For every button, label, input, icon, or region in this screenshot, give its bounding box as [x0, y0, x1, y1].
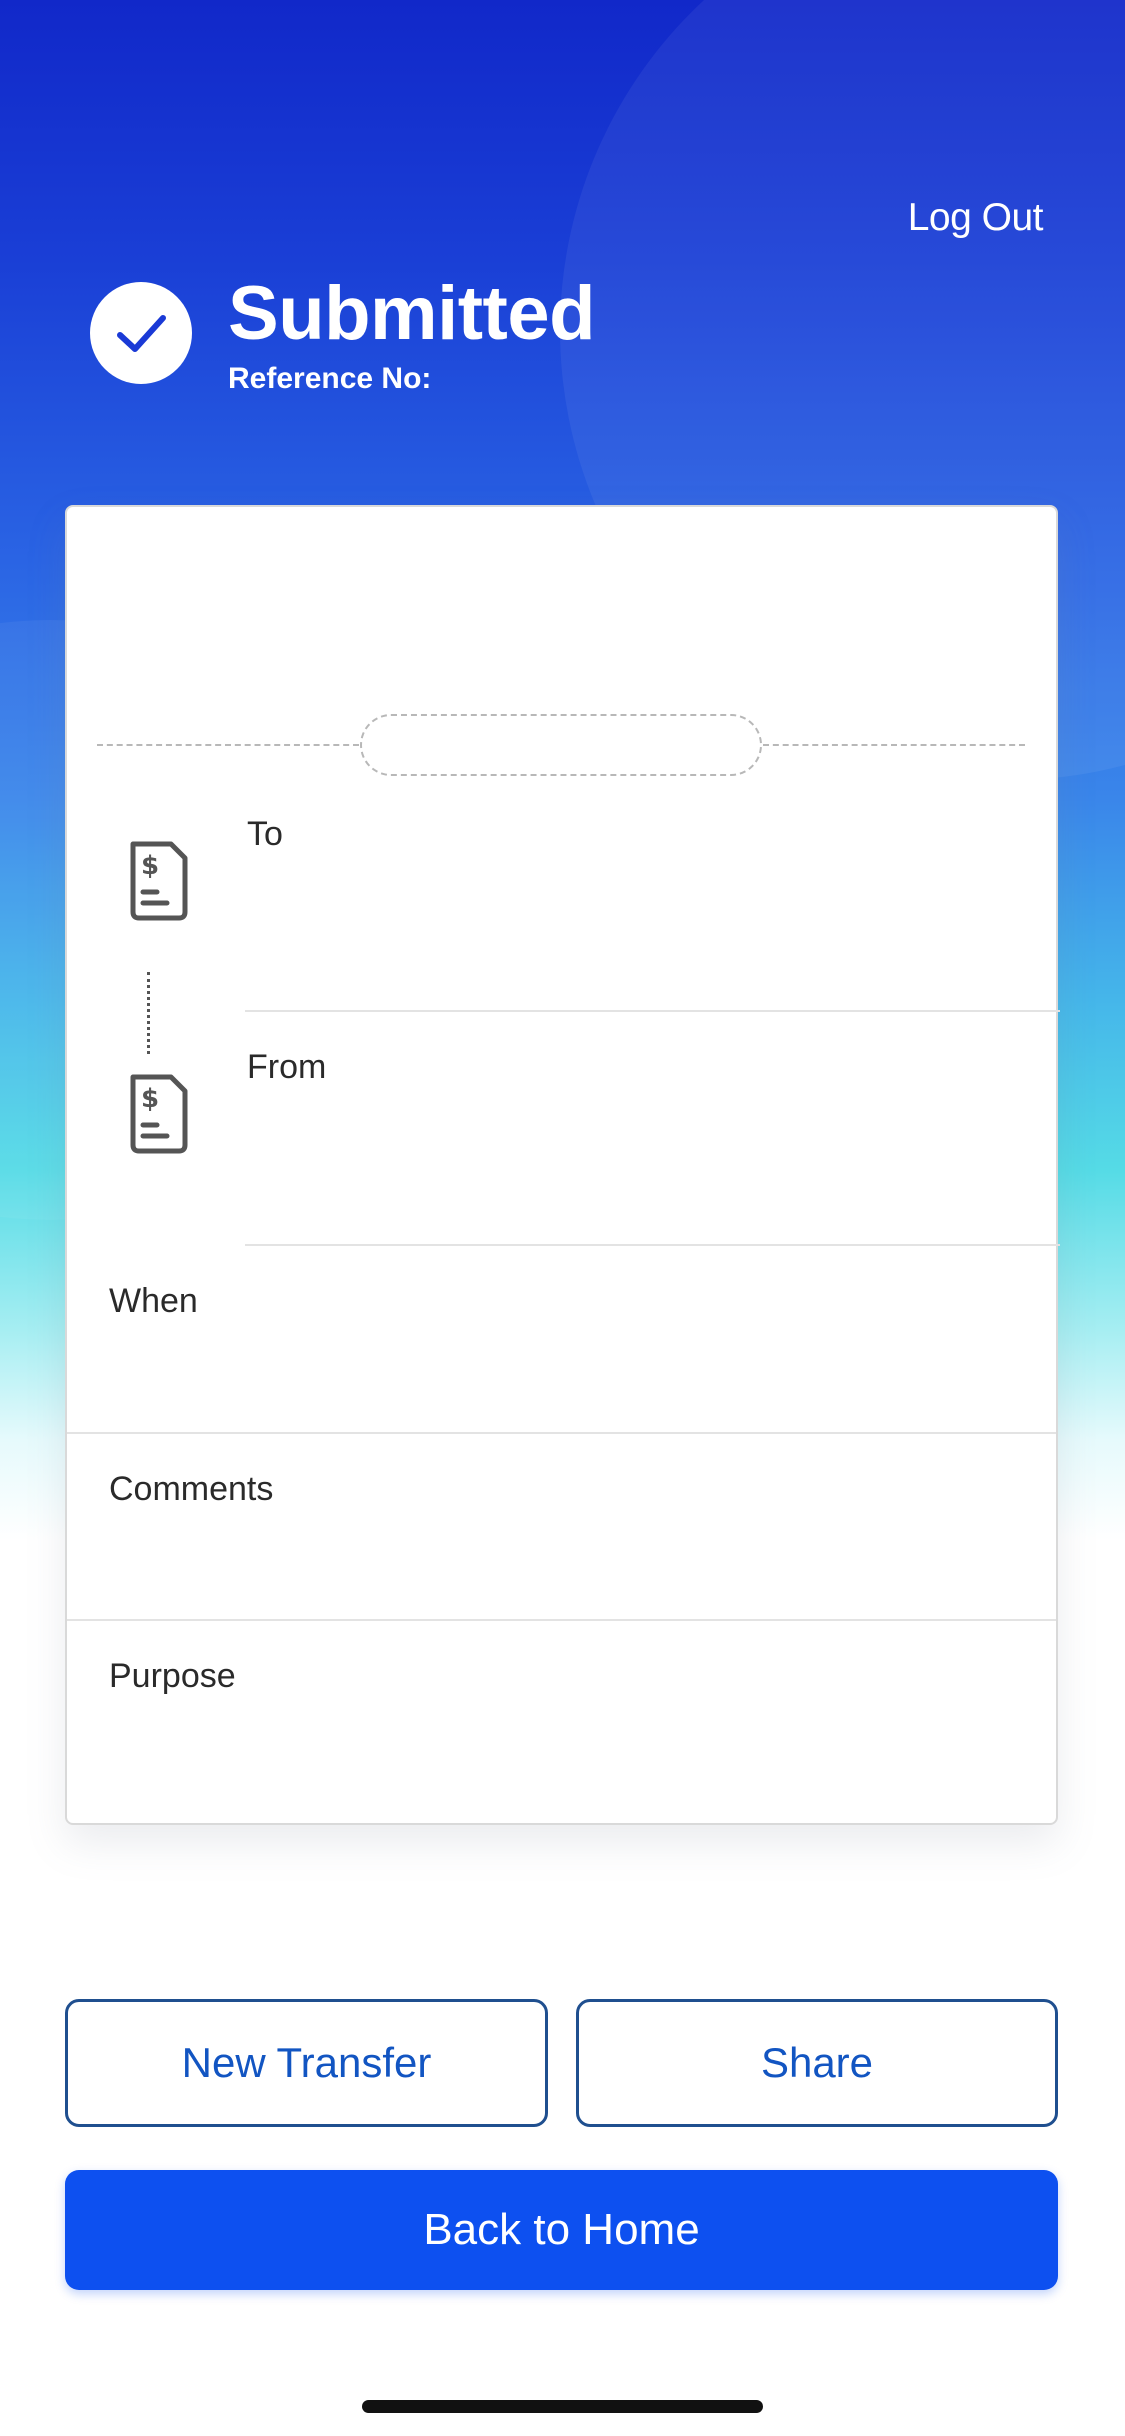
back-to-home-button[interactable]: Back to Home	[65, 2170, 1058, 2290]
from-label: From	[247, 1048, 327, 1086]
new-transfer-button[interactable]: New Transfer	[65, 1999, 548, 2127]
svg-text:$: $	[141, 851, 159, 881]
home-indicator[interactable]	[362, 2400, 763, 2413]
divider	[245, 1244, 1060, 1246]
divider	[67, 1619, 1056, 1621]
perforation-line-right	[763, 744, 1025, 746]
svg-text:$: $	[141, 1084, 159, 1114]
share-button[interactable]: Share	[576, 1999, 1058, 2127]
success-badge	[90, 282, 192, 384]
comments-label: Comments	[109, 1470, 274, 1508]
divider	[67, 1432, 1056, 1434]
amount-placeholder	[360, 714, 762, 776]
to-label: To	[247, 815, 283, 853]
reference-number-label: Reference No:	[228, 362, 432, 395]
perforation-line-left	[97, 744, 359, 746]
transfer-details-card: To $ From $ When Comments Purpose	[65, 505, 1060, 1825]
logout-button[interactable]: Log Out	[908, 196, 1044, 240]
checkmark-icon	[117, 315, 166, 352]
page-title: Submitted	[228, 271, 596, 356]
document-dollar-icon: $	[130, 841, 188, 921]
account-connector	[147, 972, 150, 1054]
document-dollar-icon: $	[130, 1074, 188, 1154]
divider	[245, 1010, 1060, 1012]
when-label: When	[109, 1282, 198, 1320]
purpose-label: Purpose	[109, 1657, 236, 1695]
